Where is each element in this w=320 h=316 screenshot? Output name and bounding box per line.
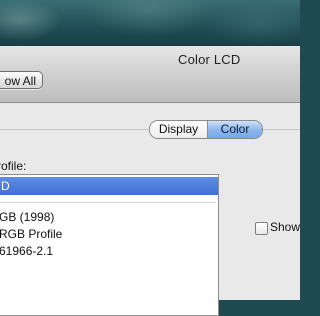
list-item[interactable]: 61966-2.1 — [0, 242, 216, 260]
color-panel: Display Color rofile: D GB (1998) RGB Pr… — [0, 103, 301, 316]
list-item[interactable]: D — [0, 177, 218, 195]
tab-color[interactable]: Color — [208, 121, 262, 138]
display-profile-label: rofile: — [0, 159, 27, 173]
desktop-background — [0, 0, 300, 50]
show-profiles-checkbox[interactable] — [255, 222, 268, 235]
tab-display[interactable]: Display — [150, 121, 208, 138]
display-profile-list[interactable]: D GB (1998) RGB Profile 61966-2.1 — [0, 174, 219, 316]
list-item[interactable]: GB (1998) — [0, 208, 216, 226]
window-title: Color LCD — [178, 52, 241, 67]
show-all-button[interactable]: ow All — [0, 71, 43, 89]
list-item[interactable]: RGB Profile — [0, 225, 216, 243]
show-profiles-label: Show — [270, 220, 301, 234]
system-preferences-window: Color LCD ow All Display Color rofile: D… — [0, 46, 301, 316]
window-titlebar: Color LCD ow All — [0, 46, 300, 103]
tab-control: Display Color — [149, 120, 263, 139]
list-divider — [0, 202, 216, 203]
